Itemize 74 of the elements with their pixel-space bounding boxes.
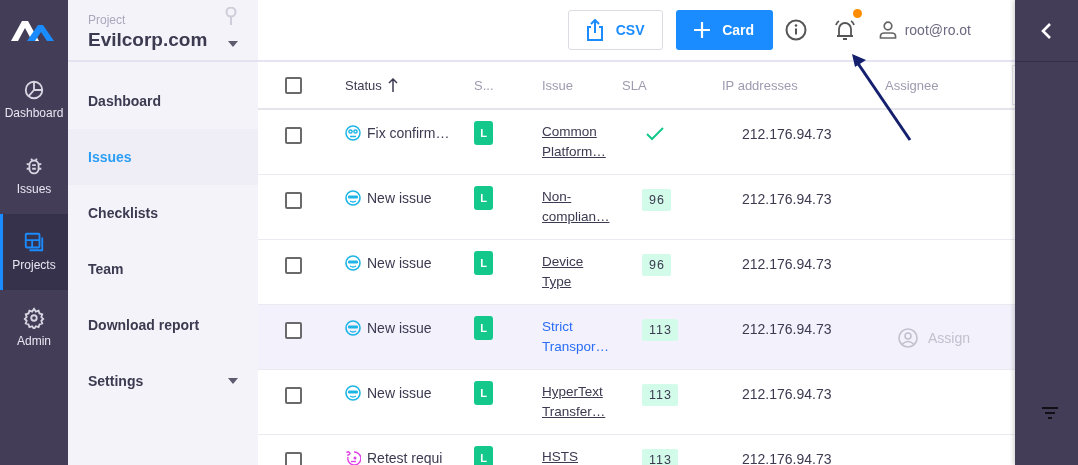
notification-bell-icon[interactable] [832, 18, 857, 42]
select-all-checkbox[interactable] [285, 76, 302, 94]
table-row[interactable]: Fix confirm… L Common Platform… 212.176.94.73 [258, 110, 1015, 175]
face-icon [345, 125, 361, 141]
table-row[interactable]: New issue L Non- complian… 96 212.176.94.73 [258, 175, 1015, 240]
sla-badge: 113 [642, 319, 678, 341]
question-face-icon [345, 450, 361, 465]
ip-address: 212.176.94.73 [741, 126, 832, 142]
nav-item[interactable]: Settings [68, 353, 258, 409]
sunglasses-face-icon [345, 385, 361, 401]
issue-link[interactable]: Non- complian… [542, 187, 610, 227]
logo[interactable] [11, 21, 57, 41]
status-text: New issue [367, 320, 432, 336]
sla-badge: 113 [642, 449, 678, 465]
sunglasses-face-icon [345, 255, 361, 271]
ip-address: 212.176.94.73 [741, 386, 832, 402]
user-menu[interactable]: root@ro.ot [904, 22, 971, 38]
row-checkbox[interactable] [285, 192, 302, 209]
issue-link[interactable]: Common Platform… [542, 122, 606, 162]
ip-address: 212.176.94.73 [741, 191, 832, 207]
table-row[interactable]: Retest requi L HSTS 113 212.176.94.73 [258, 435, 1015, 465]
pie-chart-icon [23, 79, 45, 101]
caret-down-icon [228, 378, 238, 384]
row-checkbox[interactable] [285, 322, 302, 339]
severity-badge: L [474, 121, 493, 145]
nav-item[interactable]: Download report [68, 297, 258, 353]
user-circle-icon [898, 328, 918, 348]
nav-item[interactable]: Checklists [68, 185, 258, 241]
nav-item[interactable]: Dashboard [68, 73, 258, 129]
ip-address: 212.176.94.73 [741, 451, 832, 465]
caret-down-icon[interactable] [228, 41, 238, 47]
issue-link[interactable]: HSTS [542, 447, 578, 465]
share-icon [585, 19, 604, 41]
ip-address: 212.176.94.73 [741, 256, 832, 272]
status-text: New issue [367, 385, 432, 401]
sort-arrow-icon [387, 78, 398, 92]
issue-link[interactable]: HyperText Transfer… [542, 382, 606, 422]
rail-nav-item[interactable]: Projects [0, 214, 68, 290]
row-checkbox[interactable] [285, 257, 302, 274]
sla-badge: 113 [642, 384, 678, 406]
issue-link[interactable]: Strict Transpor… [542, 317, 610, 357]
plus-icon [694, 22, 711, 38]
severity-badge: L [474, 381, 493, 405]
project-selector[interactable]: Evilcorp.com [88, 29, 208, 51]
rail-nav-item[interactable]: Dashboard [0, 62, 68, 138]
chevron-left-icon[interactable] [1039, 21, 1054, 40]
ip-address: 212.176.94.73 [741, 321, 832, 337]
sunglasses-face-icon [345, 190, 361, 206]
rail-nav-item[interactable]: Admin [0, 290, 68, 366]
status-text: Fix confirm… [367, 125, 450, 141]
status-text: New issue [367, 255, 432, 271]
status-text: Retest requi [367, 450, 443, 465]
row-checkbox[interactable] [285, 387, 302, 404]
severity-badge: L [474, 446, 493, 465]
info-icon[interactable] [784, 19, 807, 41]
sla-badge: 96 [642, 189, 671, 211]
status-text: New issue [367, 190, 432, 206]
row-checkbox[interactable] [285, 452, 302, 465]
gear-icon [23, 307, 45, 329]
check-icon [646, 127, 664, 141]
severity-badge: L [474, 251, 493, 275]
layout-icon [23, 231, 45, 253]
severity-badge: L [474, 316, 493, 340]
column-header[interactable]: Status [345, 77, 398, 93]
sla-badge: 96 [642, 254, 671, 276]
row-checkbox[interactable] [285, 127, 302, 144]
severity-badge: L [474, 186, 493, 210]
issue-link[interactable]: Device Type [542, 252, 584, 292]
nav-item[interactable]: Team [68, 241, 258, 297]
sunglasses-face-icon [345, 320, 361, 336]
table-row[interactable]: New issue L HyperText Transfer… 113 212.176.94.73 [258, 370, 1015, 435]
project-label: Project [88, 13, 126, 27]
rail-nav-item[interactable]: Issues [0, 138, 68, 214]
user-icon [878, 21, 897, 39]
